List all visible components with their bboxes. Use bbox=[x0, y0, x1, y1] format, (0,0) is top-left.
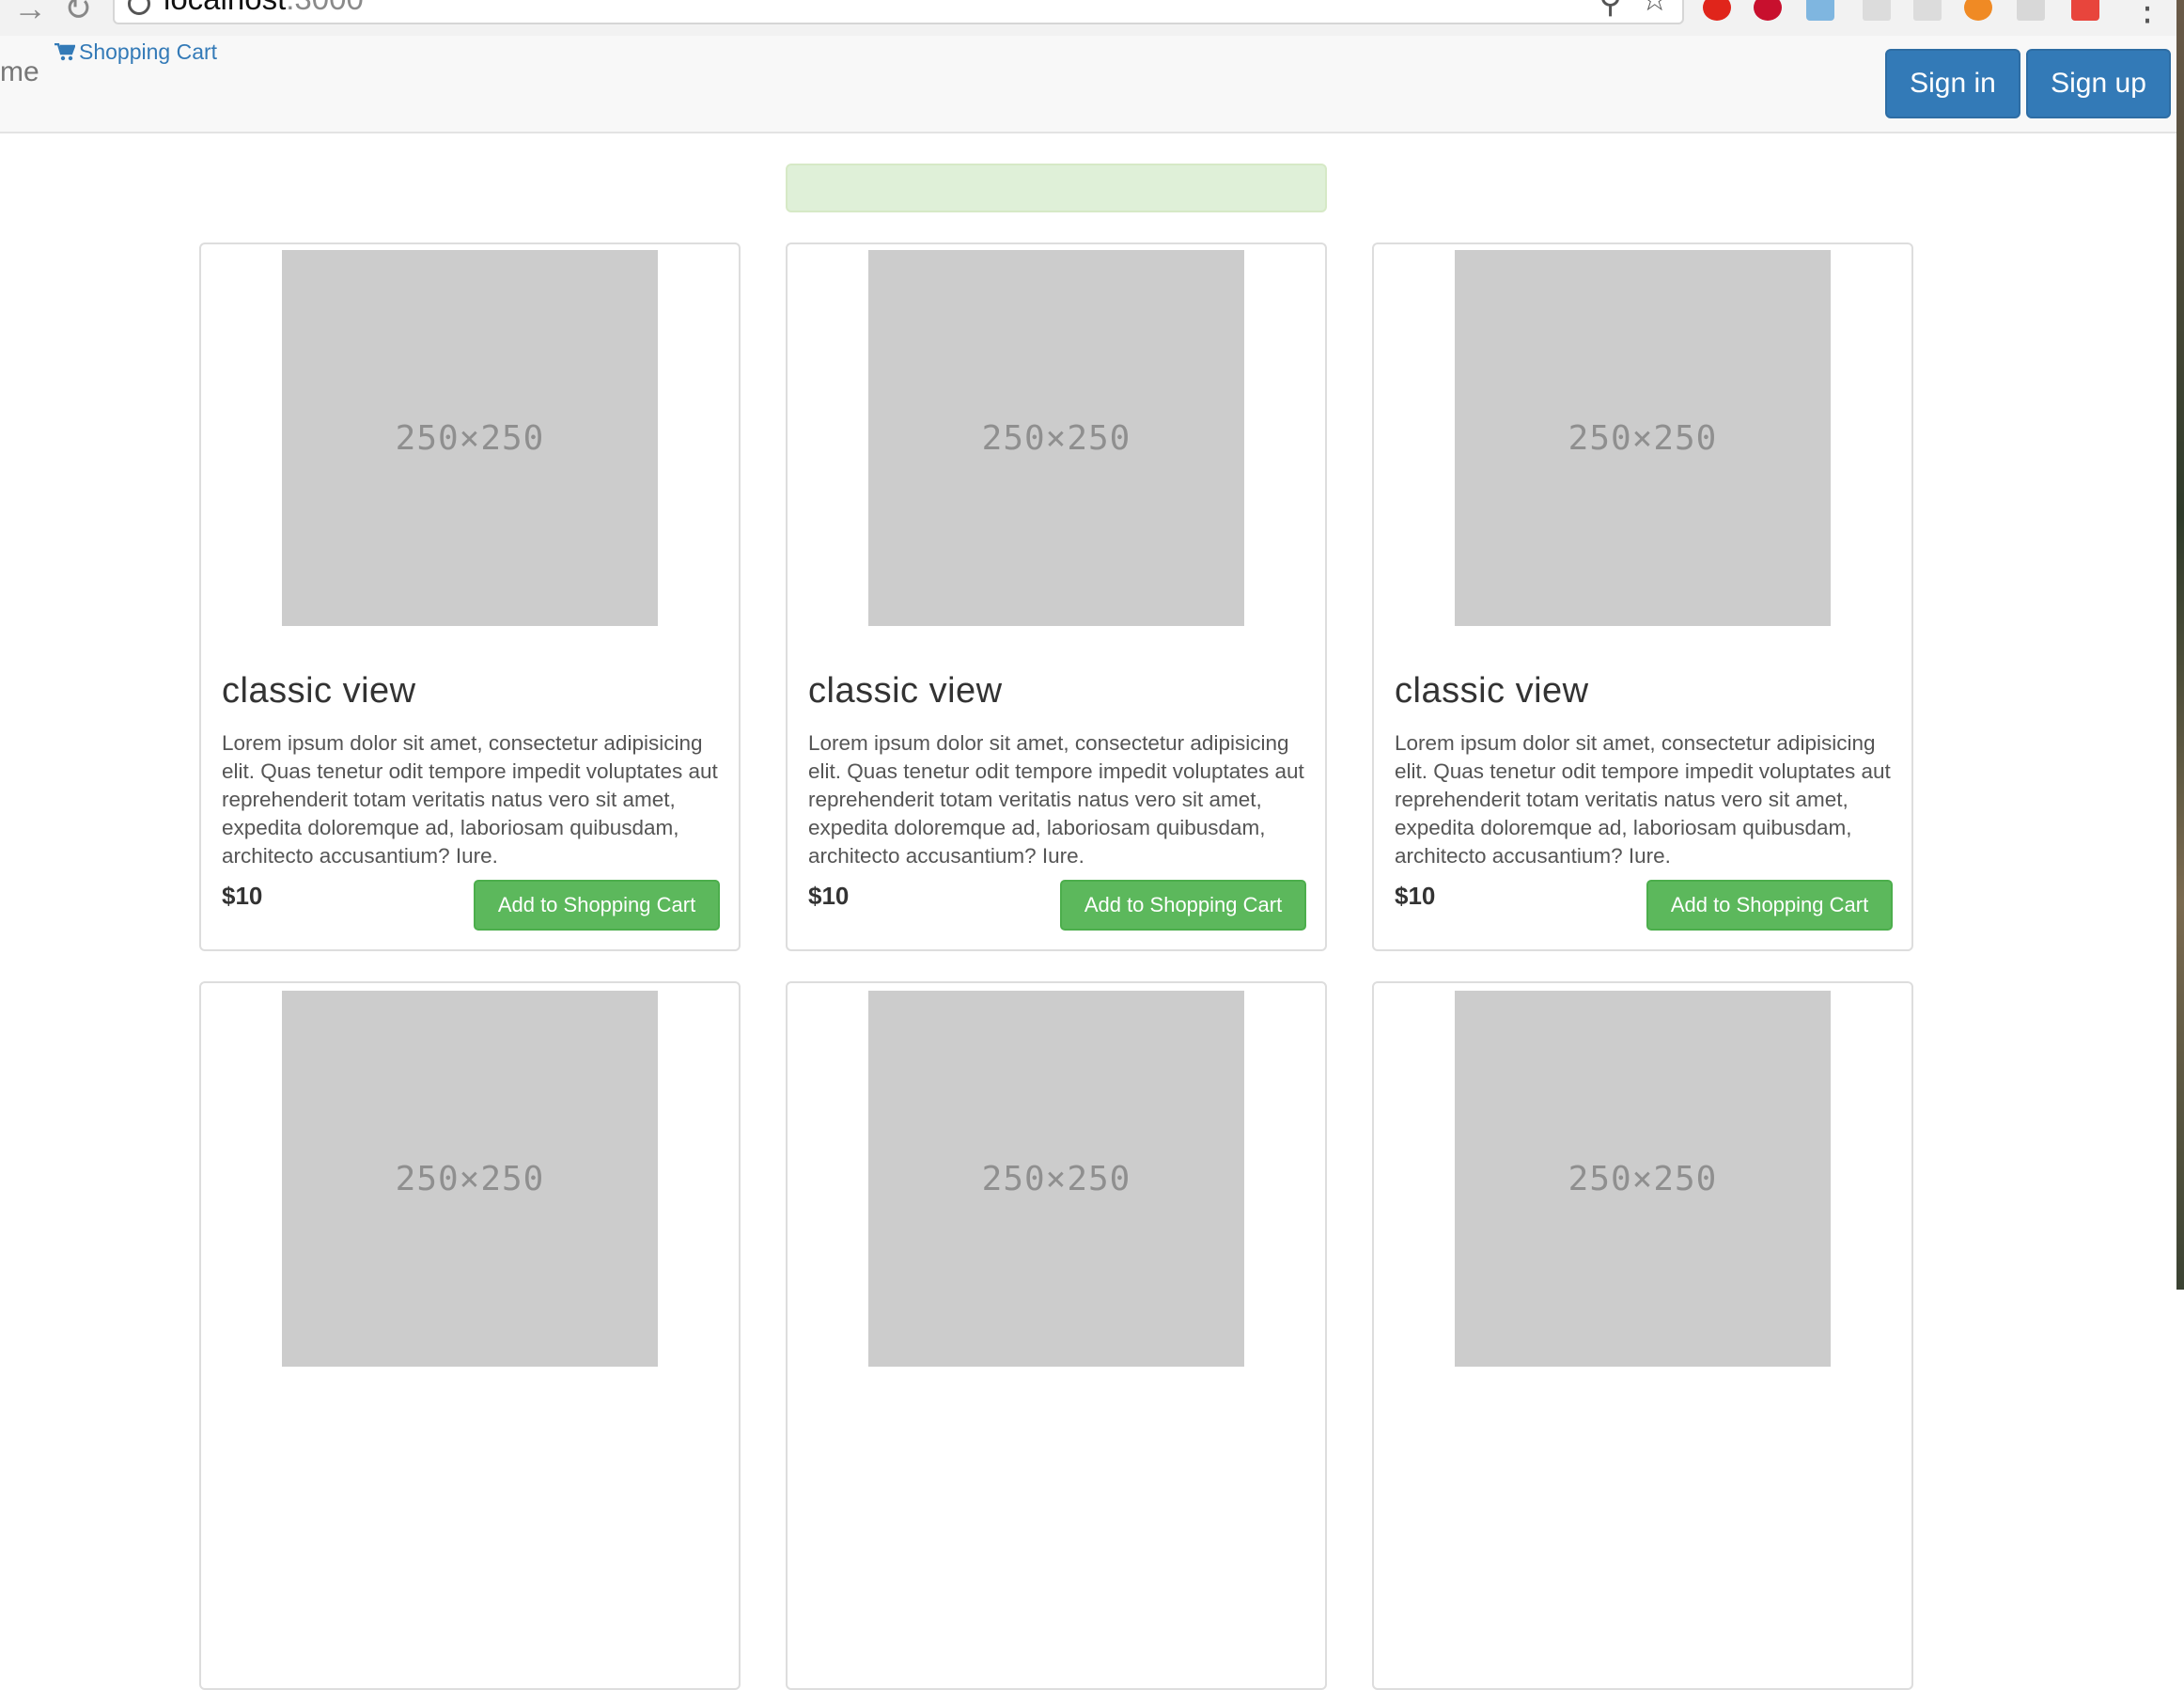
more-menu-icon[interactable]: ⋮ bbox=[2129, 0, 2165, 29]
forward-icon[interactable]: → bbox=[13, 0, 47, 28]
url-text: localhost:3000 bbox=[164, 0, 364, 17]
puzzle-extension-icon[interactable] bbox=[2017, 0, 2045, 21]
calendar-extension-icon[interactable] bbox=[1863, 0, 1891, 21]
reload-icon[interactable]: ↻ bbox=[64, 0, 92, 28]
product-image-placeholder: 250×250 bbox=[1455, 991, 1831, 1367]
product-price: $10 bbox=[808, 882, 850, 910]
search-icon[interactable]: ⚲ bbox=[1599, 0, 1622, 21]
sign-in-button[interactable]: Sign in bbox=[1885, 49, 2020, 118]
mail-extension-icon[interactable] bbox=[1913, 0, 1942, 21]
add-to-cart-button[interactable]: Add to Shopping Cart bbox=[474, 880, 720, 931]
placeholder-label: 250×250 bbox=[1568, 1159, 1718, 1198]
product-title: classic view bbox=[808, 671, 1003, 711]
placeholder-label: 250×250 bbox=[395, 1159, 545, 1198]
opera-extension-icon[interactable] bbox=[1703, 0, 1731, 21]
product-title: classic view bbox=[1395, 671, 1589, 711]
product-description: Lorem ipsum dolor sit amet, consectetur … bbox=[222, 731, 718, 868]
product-title: classic view bbox=[222, 671, 416, 711]
placeholder-label: 250×250 bbox=[981, 418, 1131, 458]
product-card: 250×250 bbox=[786, 981, 1327, 1690]
product-price: $10 bbox=[1395, 882, 1436, 910]
info-icon[interactable] bbox=[128, 0, 150, 15]
add-to-cart-button[interactable]: Add to Shopping Cart bbox=[1060, 880, 1306, 931]
sign-up-button[interactable]: Sign up bbox=[2026, 49, 2171, 118]
shopping-cart-link[interactable]: Shopping Cart bbox=[55, 39, 217, 65]
extension-icon[interactable] bbox=[1806, 0, 1834, 21]
bookmark-star-icon[interactable]: ☆ bbox=[1641, 0, 1669, 19]
adblock-extension-icon[interactable] bbox=[1754, 0, 1782, 21]
product-card: 250×250 bbox=[199, 981, 741, 1690]
product-price: $10 bbox=[222, 882, 263, 910]
product-card: 250×250 classic view Lorem ipsum dolor s… bbox=[199, 243, 741, 951]
product-image-placeholder: 250×250 bbox=[1455, 250, 1831, 626]
product-card: 250×250 classic view Lorem ipsum dolor s… bbox=[786, 243, 1327, 951]
product-image-placeholder: 250×250 bbox=[868, 250, 1244, 626]
shopping-cart-label: Shopping Cart bbox=[79, 39, 218, 64]
cart-icon bbox=[55, 42, 76, 61]
product-card: 250×250 bbox=[1372, 981, 1913, 1690]
success-alert bbox=[786, 164, 1327, 212]
placeholder-label: 250×250 bbox=[1568, 418, 1718, 458]
product-image-placeholder: 250×250 bbox=[282, 991, 658, 1367]
brand-link[interactable]: me bbox=[0, 56, 39, 88]
desktop-background bbox=[2176, 0, 2184, 1290]
url-port: :3000 bbox=[286, 0, 364, 16]
url-host: localhost bbox=[164, 0, 286, 16]
site-navbar: me Shopping Cart Sign in Sign up bbox=[0, 36, 2176, 133]
red-extension-icon[interactable] bbox=[2071, 0, 2099, 21]
product-description: Lorem ipsum dolor sit amet, consectetur … bbox=[1395, 731, 1891, 868]
ubuntu-extension-icon[interactable] bbox=[1964, 0, 1992, 21]
add-to-cart-button[interactable]: Add to Shopping Cart bbox=[1646, 880, 1893, 931]
address-bar[interactable]: localhost:3000 ⚲ ☆ bbox=[113, 0, 1684, 24]
product-image-placeholder: 250×250 bbox=[282, 250, 658, 626]
browser-toolbar: → ↻ localhost:3000 ⚲ ☆ ⋮ bbox=[0, 0, 2184, 36]
product-card: 250×250 classic view Lorem ipsum dolor s… bbox=[1372, 243, 1913, 951]
placeholder-label: 250×250 bbox=[981, 1159, 1131, 1198]
product-description: Lorem ipsum dolor sit amet, consectetur … bbox=[808, 731, 1304, 868]
placeholder-label: 250×250 bbox=[395, 418, 545, 458]
product-image-placeholder: 250×250 bbox=[868, 991, 1244, 1367]
